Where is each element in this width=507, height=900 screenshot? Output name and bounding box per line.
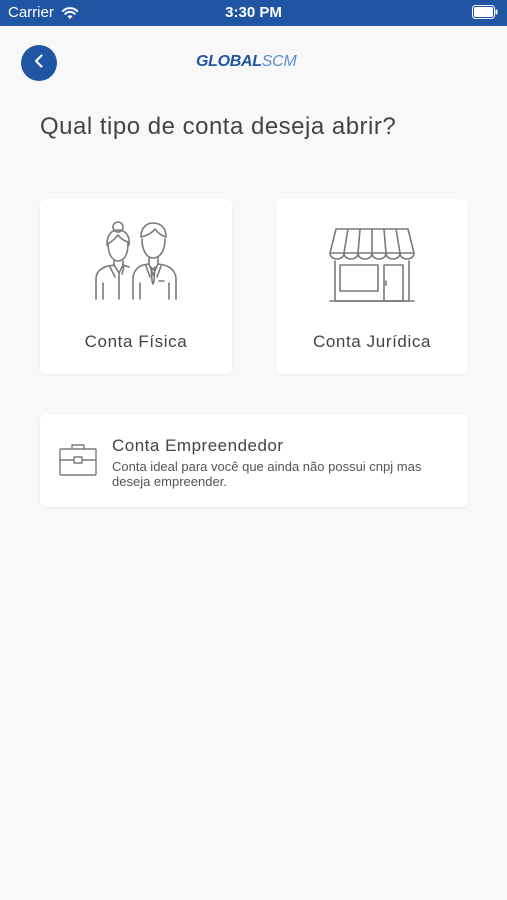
back-button[interactable] bbox=[21, 45, 57, 81]
option-card-conta-juridica[interactable]: Conta Jurídica bbox=[276, 199, 468, 374]
status-time: 3:30 PM bbox=[225, 4, 282, 21]
storefront-icon bbox=[276, 217, 468, 303]
empreendedor-title: Conta Empreendedor bbox=[112, 436, 284, 455]
option-card-conta-empreendedor[interactable]: Conta Empreendedor Conta ideal para você… bbox=[40, 414, 468, 507]
page-title: Qual tipo de conta deseja abrir? bbox=[40, 113, 397, 140]
empreendedor-description: Conta ideal para você que ainda não poss… bbox=[112, 459, 422, 489]
status-bar: Carrier 3:30 PM bbox=[0, 0, 507, 26]
battery-icon bbox=[472, 5, 498, 20]
option-label-conta-fisica: Conta Física bbox=[84, 332, 188, 351]
screen: Carrier 3:30 PM GLOBALSCM Qual tipo de c… bbox=[0, 0, 507, 900]
brand-logo: GLOBALSCM bbox=[196, 53, 297, 71]
option-card-conta-fisica[interactable]: Conta Física bbox=[40, 199, 232, 374]
briefcase-icon bbox=[58, 442, 98, 483]
chevron-left-icon bbox=[32, 53, 46, 74]
option-label-conta-juridica: Conta Jurídica bbox=[312, 332, 431, 351]
people-icon bbox=[40, 217, 232, 303]
logo-text-primary: GLOBAL bbox=[196, 53, 262, 70]
logo-text-secondary: SCM bbox=[261, 53, 297, 70]
